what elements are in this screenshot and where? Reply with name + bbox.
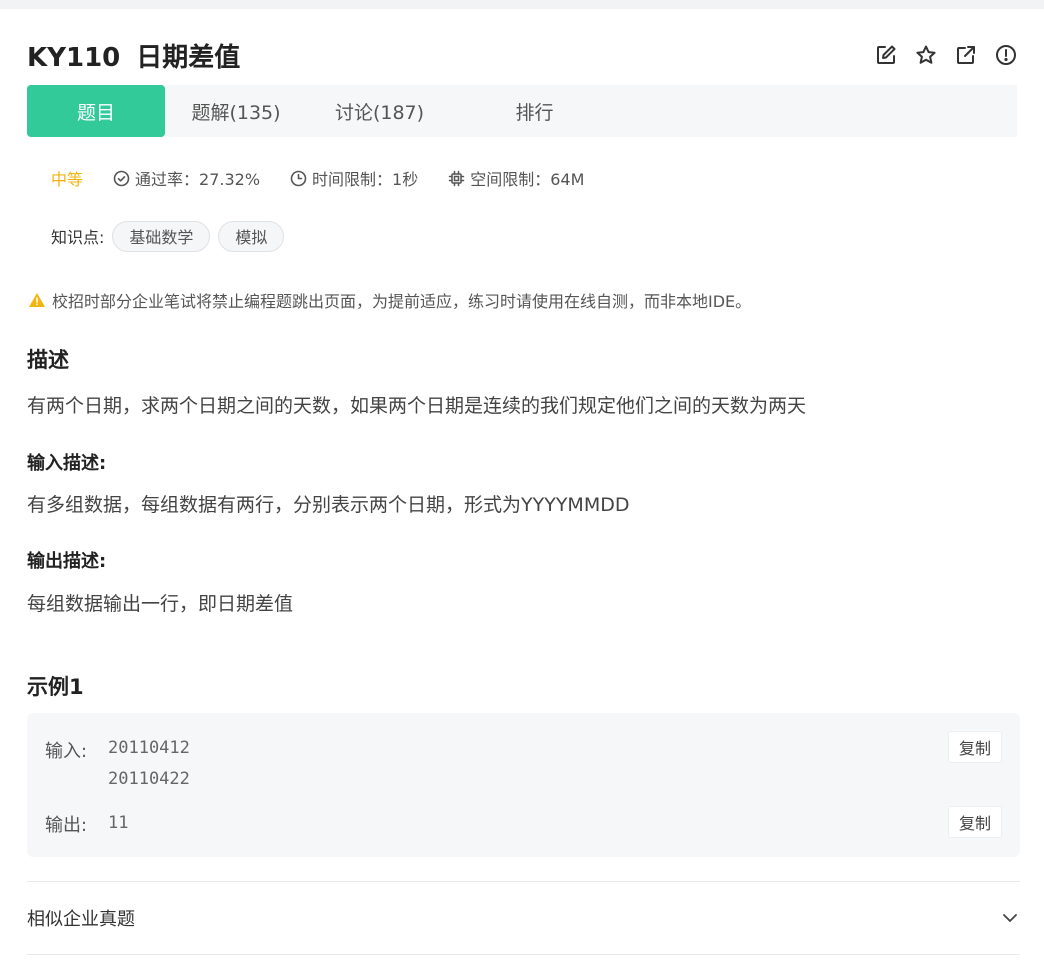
knowledge-points: 知识点: 基础数学 模拟 xyxy=(51,220,285,252)
clock-icon xyxy=(290,170,307,186)
tab-discussion[interactable]: 讨论(187) xyxy=(307,85,452,137)
star-icon[interactable] xyxy=(915,44,937,66)
problem-meta: 中等 通过率：27.32% 时间限制：1秒 空间限制：64M xyxy=(51,166,614,190)
tab-ranking[interactable]: 排行 xyxy=(452,85,617,137)
edit-icon[interactable] xyxy=(875,44,897,66)
difficulty-label: 中等 xyxy=(51,170,84,189)
problem-code: KY110 xyxy=(27,42,121,73)
example-input-label: 输入: xyxy=(45,741,88,762)
external-link-icon[interactable] xyxy=(955,44,977,66)
time-limit: 时间限制：1秒 xyxy=(290,166,418,190)
output-desc-text: 每组数据输出一行，即日期差值 xyxy=(27,593,294,615)
report-icon[interactable] xyxy=(995,44,1017,66)
example-heading: 示例1 xyxy=(27,675,84,699)
time-limit-text: 时间限制：1秒 xyxy=(312,170,419,189)
knowledge-tag[interactable]: 模拟 xyxy=(218,220,285,252)
input-desc-text: 有多组数据，每组数据有两行，分别表示两个日期，形式为YYYYMMDD xyxy=(27,494,630,516)
pass-rate-text: 通过率：27.32% xyxy=(135,170,261,189)
pass-rate: 通过率：27.32% xyxy=(113,166,260,190)
description-text: 有两个日期，求两个日期之间的天数，如果两个日期是连续的我们规定他们之间的天数为两… xyxy=(27,395,807,417)
copy-input-button[interactable]: 复制 xyxy=(948,731,1002,763)
chevron-down-icon xyxy=(1003,914,1017,922)
problem-title: 日期差值 xyxy=(136,42,241,73)
notice-text: 校招时部分企业笔试将禁止编程题跳出页面，为提前适应，练习时请使用在线自测，而非本… xyxy=(52,292,752,311)
input-desc-heading: 输入描述: xyxy=(27,453,107,474)
example-output-value: 11 xyxy=(108,813,129,833)
space-limit: 空间限制：64M xyxy=(448,166,584,190)
tab-problem[interactable]: 题目 xyxy=(27,85,165,137)
space-limit-text: 空间限制：64M xyxy=(470,170,585,189)
chip-icon xyxy=(448,170,465,186)
divider xyxy=(27,954,1020,955)
header-actions xyxy=(875,44,1017,66)
problem-card: KY110 日期差值 题目 题解(135) 讨论(187) 排行 中等 通过率：… xyxy=(0,9,1044,975)
similar-questions-label: 相似企业真题 xyxy=(27,909,135,930)
divider xyxy=(27,881,1020,882)
problem-tabs: 题目 题解(135) 讨论(187) 排行 xyxy=(27,85,1017,137)
problem-header: KY110 日期差值 xyxy=(27,37,1017,73)
warning-icon xyxy=(29,293,45,307)
exam-notice: 校招时部分企业笔试将禁止编程题跳出页面，为提前适应，练习时请使用在线自测，而非本… xyxy=(28,289,751,311)
page-title: KY110 日期差值 xyxy=(27,37,240,74)
example-input-value: 20110412 20110422 xyxy=(108,738,190,789)
output-desc-heading: 输出描述: xyxy=(27,551,107,572)
similar-questions-toggle[interactable]: 相似企业真题 xyxy=(27,904,1020,932)
description-heading: 描述 xyxy=(27,348,69,372)
check-circle-icon xyxy=(113,170,130,186)
knowledge-label: 知识点: xyxy=(51,228,105,247)
tab-solutions[interactable]: 题解(135) xyxy=(165,85,307,137)
copy-output-button[interactable]: 复制 xyxy=(948,806,1002,838)
example-output-label: 输出: xyxy=(45,815,88,836)
example-box: 输入: 20110412 20110422 复制 输出: 11 复制 xyxy=(27,713,1020,857)
knowledge-tag[interactable]: 基础数学 xyxy=(112,220,211,252)
